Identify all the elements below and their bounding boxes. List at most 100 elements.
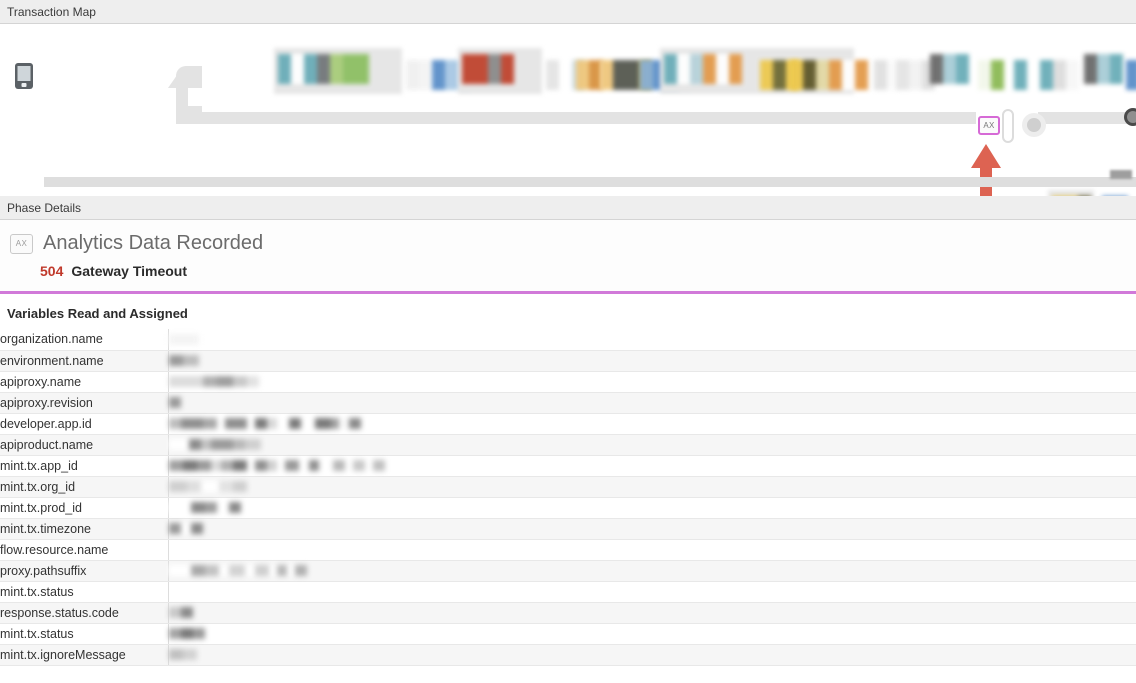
redacted-segment: [182, 355, 199, 366]
table-row[interactable]: apiproxy.revision: [0, 392, 1136, 414]
redacted-segment: [318, 460, 333, 471]
phase-details-body: AX Analytics Data Recorded 504 Gateway T…: [0, 220, 1136, 294]
redacted-segment: [300, 418, 315, 429]
table-row[interactable]: proxy.pathsuffix: [0, 560, 1136, 582]
redacted-segment: [232, 376, 247, 387]
policy-icon[interactable]: [406, 60, 432, 90]
redacted-value: [168, 607, 1136, 619]
policy-icon-cell: [1040, 60, 1053, 90]
flow-arrow-up-icon: [168, 68, 196, 88]
table-row[interactable]: organization.name: [0, 329, 1136, 351]
variable-value-cell: [168, 455, 1136, 477]
policy-icon-cell: [842, 60, 855, 90]
transaction-map-canvas[interactable]: AX: [0, 24, 1136, 196]
policy-icon-cell: [716, 54, 729, 84]
map-scrollbar-thumb[interactable]: [1110, 170, 1132, 179]
table-row[interactable]: mint.tx.ignoreMessage: [0, 644, 1136, 666]
redacted-segment: [286, 565, 295, 576]
policy-icon[interactable]: [978, 60, 1004, 90]
redacted-segment: [332, 460, 345, 471]
gate-capsule-icon: [1002, 109, 1014, 143]
table-row[interactable]: apiproduct.name: [0, 434, 1136, 456]
policy-icon[interactable]: [462, 54, 514, 84]
annotation-arrow-icon: [968, 142, 1004, 196]
redacted-value: [168, 418, 1136, 430]
redacted-segment: [220, 460, 233, 471]
redacted-segment: [244, 439, 261, 450]
variable-name-cell: developer.app.id: [0, 413, 169, 435]
variable-name-cell: mint.tx.org_id: [0, 476, 169, 498]
redacted-value: [168, 649, 1136, 661]
policy-icon[interactable]: [664, 54, 742, 84]
policy-icon-cell: [803, 60, 816, 90]
policy-icon-cell: [729, 54, 742, 84]
policy-icon[interactable]: [1084, 54, 1123, 84]
mobile-device-icon: [14, 62, 34, 95]
table-row[interactable]: apiproxy.name: [0, 371, 1136, 393]
policy-icon-cell: [677, 54, 690, 84]
policy-icon-cell: [488, 54, 501, 84]
policy-icon-cell: [291, 54, 304, 84]
table-row[interactable]: environment.name: [0, 350, 1136, 372]
policy-icon-cell: [304, 54, 317, 84]
redacted-segment: [168, 523, 181, 534]
variable-name-cell: proxy.pathsuffix: [0, 560, 169, 582]
redacted-segment: [330, 418, 339, 429]
phase-divider: [0, 291, 1136, 294]
policy-icon[interactable]: [1014, 60, 1027, 90]
redacted-value: [168, 376, 1136, 388]
table-row[interactable]: mint.tx.app_id: [0, 455, 1136, 477]
redacted-segment: [168, 607, 181, 618]
redacted-segment: [200, 481, 219, 492]
table-row[interactable]: mint.tx.status: [0, 581, 1136, 603]
variable-name-cell: apiproxy.revision: [0, 392, 169, 414]
phase-details-label: Phase Details: [7, 200, 82, 215]
variable-name-cell: environment.name: [0, 350, 169, 372]
target-endpoint-ring-icon: [1127, 111, 1136, 123]
variable-name-cell: mint.tx.timezone: [0, 518, 169, 540]
phase-title-row: AX Analytics Data Recorded: [0, 232, 1136, 255]
map-horizontal-scrollbar[interactable]: [44, 177, 1136, 187]
redacted-segment: [196, 460, 211, 471]
policy-icon-cell: [600, 60, 613, 90]
redacted-segment: [190, 502, 205, 513]
table-row[interactable]: flow.resource.name: [0, 539, 1136, 561]
redacted-segment: [216, 376, 233, 387]
ax-gate-badge[interactable]: AX: [978, 116, 1000, 135]
bottom-cutoff-section: Request Headers: [0, 665, 1136, 683]
policy-icon-cell: [278, 54, 291, 84]
policy-icon[interactable]: [278, 54, 369, 84]
policy-icon-cell: [1066, 60, 1079, 90]
policy-icon-cell: [703, 54, 716, 84]
policy-icon-cell: [760, 60, 773, 90]
table-row[interactable]: developer.app.id: [0, 413, 1136, 435]
policy-icon[interactable]: [930, 54, 969, 84]
redacted-segment: [202, 418, 217, 429]
redacted-segment: [168, 376, 203, 387]
policy-icon-cell: [1084, 54, 1097, 84]
redacted-segment: [182, 649, 197, 660]
status-text: Gateway Timeout: [71, 263, 188, 279]
table-row[interactable]: response.status.code: [0, 602, 1136, 624]
redacted-segment: [364, 460, 373, 471]
table-row[interactable]: mint.tx.prod_id: [0, 497, 1136, 519]
table-row[interactable]: mint.tx.timezone: [0, 518, 1136, 540]
policy-icon-cell: [943, 54, 956, 84]
redacted-segment: [294, 565, 307, 576]
redacted-value: [168, 397, 1136, 409]
redacted-segment: [168, 439, 189, 450]
table-row[interactable]: mint.tx.org_id: [0, 476, 1136, 498]
redacted-segment: [266, 460, 277, 471]
variable-value-cell: [168, 539, 1136, 561]
policy-icon[interactable]: [1040, 60, 1079, 90]
redacted-segment: [276, 565, 287, 576]
redacted-segment: [246, 460, 255, 471]
policy-icon[interactable]: [790, 60, 868, 90]
table-row[interactable]: mint.tx.status: [0, 623, 1136, 645]
variable-value-cell: [168, 476, 1136, 498]
policy-icon[interactable]: [1126, 60, 1136, 90]
policy-icon-cell: [909, 60, 922, 90]
policy-icon-cell: [896, 60, 909, 90]
policy-icon[interactable]: [576, 60, 602, 90]
redacted-segment: [168, 481, 187, 492]
